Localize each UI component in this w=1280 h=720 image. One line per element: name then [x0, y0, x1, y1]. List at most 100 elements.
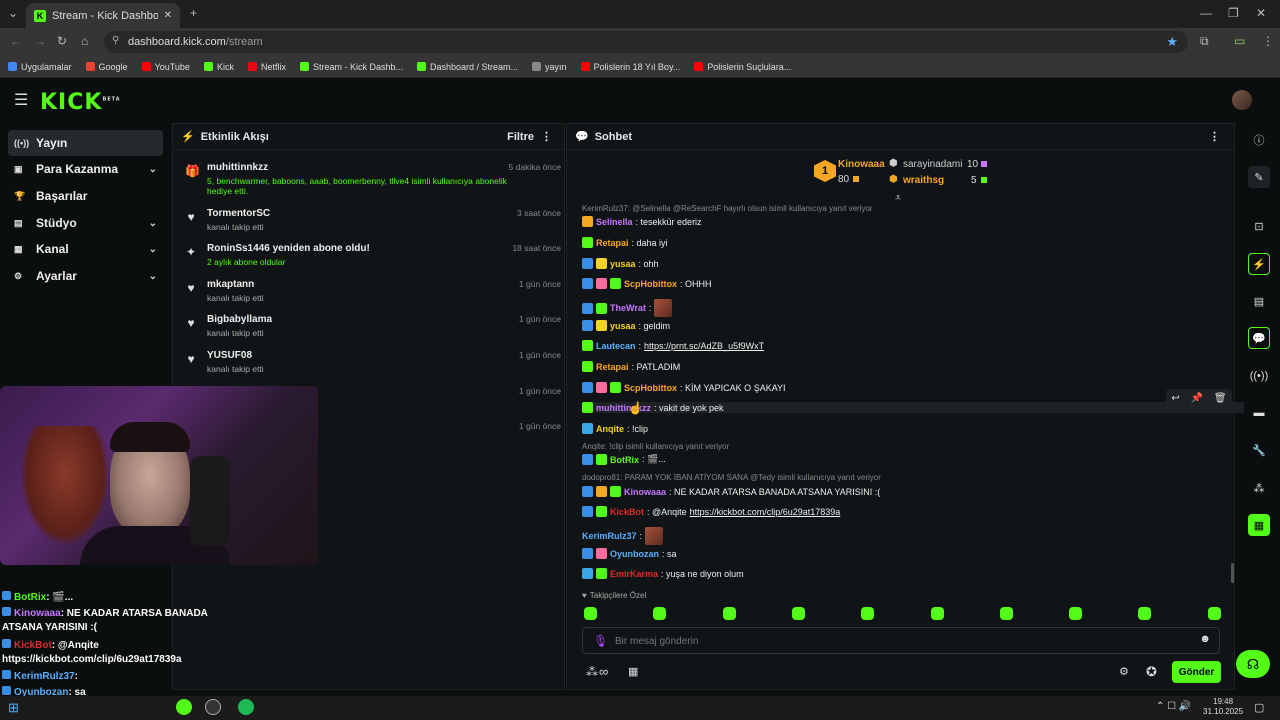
chat-scrollbar[interactable] [1231, 563, 1234, 583]
chat-username[interactable]: Retapai [596, 238, 629, 248]
bookmark-item[interactable]: Uygulamalar [8, 62, 72, 72]
url-bar[interactable]: ⚲ dashboard.kick.com/stream ★ [104, 31, 1188, 53]
chat-link[interactable]: https://kickbot.com/clip/6u29at17839a [690, 507, 841, 517]
chat-username[interactable]: yusaa [610, 321, 636, 331]
bookmark-item[interactable]: Polislerin Suçlulara... [694, 62, 791, 72]
profile-icon[interactable]: ▭ [1234, 34, 1245, 48]
leader-1-name[interactable]: Kinowaaa [838, 159, 885, 170]
chat-input[interactable]: 🎙 ☻ [582, 627, 1220, 654]
chat-link[interactable]: https://prnt.sc/AdZB_u5f9WxT [644, 341, 764, 351]
avatar[interactable] [1232, 90, 1252, 110]
activity-more-icon[interactable]: ⋮ [541, 130, 552, 143]
chat-username[interactable]: KerimRulz37 [582, 531, 637, 541]
info-icon[interactable]: ⓘ [1248, 129, 1270, 151]
kick-app-icon[interactable] [176, 699, 192, 715]
chat-username[interactable]: ScpHobittox [624, 383, 677, 393]
event-title[interactable]: mkaptann [207, 279, 254, 290]
chat-username[interactable]: Retapai [596, 362, 629, 372]
extensions-icon[interactable]: ⧉ [1200, 34, 1209, 49]
chat-message[interactable]: #53fc18Lautecan: https://prnt.sc/AdZB_u5… [582, 340, 764, 351]
emote-icon[interactable] [653, 607, 667, 620]
community-icon[interactable]: ⁂ [1248, 477, 1270, 499]
close-tab-icon[interactable]: ✕ [164, 10, 172, 21]
chat-message[interactable]: #3a8ee6#ff6b9aOyunbozan: sa [582, 548, 677, 559]
chat-toggle-icon[interactable]: 💬 [1248, 327, 1270, 349]
bookmark-item[interactable]: YouTube [141, 62, 190, 72]
chat-username[interactable]: TheWrat [610, 303, 646, 313]
obs-app-icon[interactable] [205, 699, 221, 715]
forward-icon[interactable]: → [34, 34, 46, 48]
sidebar-item-kanal[interactable]: ▦ Kanal ⌄ [8, 236, 163, 262]
back-icon[interactable]: ← [10, 34, 22, 48]
clips-icon[interactable]: ▦ [1248, 514, 1270, 536]
close-window-icon[interactable]: ✕ [1256, 6, 1266, 20]
bookmark-item[interactable]: Dashboard / Stream... [417, 62, 518, 72]
sidebar-item-ayarlar[interactable]: ⚙ Ayarlar ⌄ [8, 263, 163, 289]
bookmark-star-icon[interactable]: ★ [1166, 34, 1178, 50]
leader-2-name[interactable]: sarayinadami [903, 159, 962, 170]
chat-message[interactable]: #53fc18muhittinnkzz: vakit de yok pek [582, 402, 1244, 413]
pin-icon[interactable]: 📌 [1191, 393, 1203, 404]
broadcast-icon[interactable]: ((•)) [1248, 365, 1270, 387]
bookmark-item[interactable]: Stream - Kick Dashb... [299, 62, 403, 72]
chat-message[interactable]: #53fc18Retapai: PATLADIM [582, 361, 680, 372]
sidebar-item-başarılar[interactable]: 🏆 Başarılar [8, 183, 163, 209]
event-title[interactable]: muhittinnkzz [207, 162, 268, 173]
bookmark-item[interactable]: yayın [532, 62, 567, 72]
chat-settings-icon[interactable]: ⚙ [1119, 665, 1129, 678]
emote-icon[interactable] [930, 607, 944, 620]
leader-3-name[interactable]: wraithsg [903, 175, 944, 186]
microphone-icon[interactable]: 🎙 [593, 634, 608, 648]
capture-icon[interactable]: ⊡ [1248, 215, 1270, 237]
browser-tab[interactable]: K Stream - Kick Dashboard ✕ [26, 3, 180, 28]
new-tab-icon[interactable]: + [190, 6, 197, 20]
emote-icon[interactable] [722, 607, 736, 620]
filter-button[interactable]: Filtre [507, 131, 534, 143]
kick-logo[interactable]: KICKBETA [40, 90, 121, 115]
emote-icon[interactable] [861, 607, 875, 620]
chat-message[interactable]: #3a8ee6#f5d323yusaa: geldim [582, 320, 670, 331]
notes-icon[interactable]: ▤ [1248, 290, 1270, 312]
chat-username[interactable]: ScpHobittox [624, 279, 677, 289]
bookmark-item[interactable]: Kick [203, 62, 234, 72]
event-title[interactable]: TormentorSC [207, 208, 270, 219]
restore-icon[interactable]: ❐ [1228, 6, 1239, 20]
edit-icon[interactable]: ✎ [1248, 166, 1270, 188]
site-info-icon[interactable]: ⚲ [112, 35, 119, 46]
emote-icon[interactable] [1069, 607, 1083, 620]
chat-message[interactable]: #3a8ee6#f5d323yusaa: ohh [582, 258, 659, 269]
chat-message[interactable]: #3aa8e6#53fc18EmirKarma: yuşa ne diyon o… [582, 568, 744, 579]
sidebar-item-yayın[interactable]: ((•)) Yayın [8, 130, 163, 156]
windows-start-icon[interactable]: ⊞ [8, 700, 19, 716]
chat-message[interactable]: #3a8ee6#53fc18TheWrat: [582, 299, 673, 317]
emote-icon[interactable] [584, 607, 597, 620]
chat-more-icon[interactable]: ⋮ [1209, 130, 1220, 143]
delete-icon[interactable]: 🗑 [1214, 393, 1227, 404]
moderation-icon[interactable]: ✪ [1146, 664, 1157, 680]
chat-username[interactable]: Selinella [596, 217, 633, 227]
event-title[interactable]: RoninSs1446 yeniden abone oldu! [207, 243, 370, 254]
chat-username[interactable]: Kinowaaa [624, 487, 666, 497]
emote-icon[interactable] [1207, 607, 1221, 620]
system-tray-icon[interactable]: ⌃ ☐ 🔊 [1156, 701, 1191, 712]
chat-username[interactable]: Anqite [596, 424, 624, 434]
emoji-picker-icon[interactable]: ☻ [1199, 633, 1211, 645]
chat-username[interactable]: KickBot [610, 507, 644, 517]
bookmark-item[interactable]: Google [85, 62, 128, 72]
chat-username[interactable]: Lautecan [596, 341, 636, 351]
chat-username[interactable]: yusaa [610, 259, 636, 269]
send-button[interactable]: Gönder [1172, 661, 1221, 683]
home-icon[interactable]: ⌂ [81, 34, 88, 48]
hamburger-menu-icon[interactable]: ☰ [14, 90, 28, 110]
chat-message[interactable]: #53fc18Retapai: daha iyi [582, 237, 668, 248]
support-chat-icon[interactable]: ☊ [1236, 650, 1270, 678]
chat-message[interactable]: #3a8ee6#53fc18BotRix: 🎬... [582, 454, 666, 465]
reply-icon[interactable]: ↩ [1171, 393, 1179, 404]
emote-icon[interactable] [791, 607, 805, 620]
chat-message[interactable]: #3a8ee6#ff6b9a#53fc18ScpHobittox: KİM YA… [582, 382, 786, 393]
reload-icon[interactable]: ↻ [57, 34, 67, 48]
chat-message[interactable]: #3a8ee6#ff6b9a#53fc18ScpHobittox: OHHH [582, 278, 712, 289]
menu-icon[interactable]: ⋮ [1262, 34, 1274, 48]
chat-username[interactable]: EmirKarma [610, 569, 658, 579]
message-input[interactable] [615, 632, 1175, 650]
